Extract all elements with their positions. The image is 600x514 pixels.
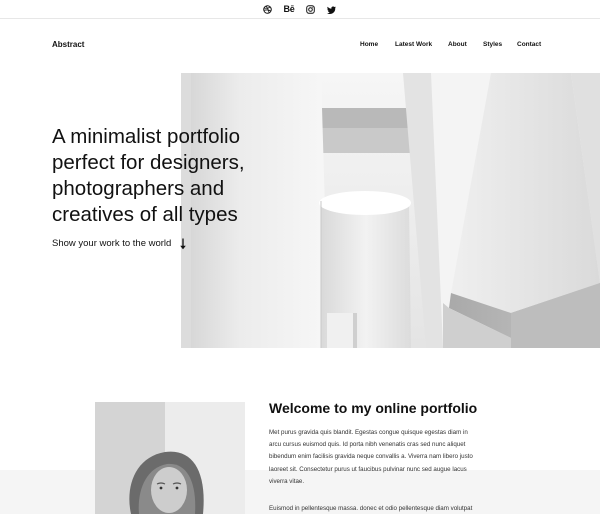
nav-styles[interactable]: Styles xyxy=(483,41,502,49)
site-logo[interactable]: Abstract xyxy=(52,40,84,50)
nav-home[interactable]: Home xyxy=(360,41,378,49)
welcome-paragraph-2: Euismod in pellentesque massa. donec et … xyxy=(269,503,519,514)
paragraph-line: bibendum enim facilisis gravida neque co… xyxy=(269,453,473,461)
paragraph-line: Euismod in pellentesque massa. donec et … xyxy=(269,505,473,512)
paragraph-line: Met purus gravida quis blandit. Egestas … xyxy=(269,429,468,436)
show-work-link[interactable]: Show your work to the world xyxy=(52,238,171,250)
nav-contact[interactable]: Contact xyxy=(517,41,541,49)
portrait-photo xyxy=(95,402,245,514)
twitter-icon[interactable] xyxy=(326,4,337,15)
dribbble-icon[interactable] xyxy=(262,4,273,15)
nav-about[interactable]: About xyxy=(448,41,467,49)
hero-title-line: A minimalist portfolio xyxy=(52,125,240,148)
paragraph-line: laoreet sit. Consectetur purus ut faucib… xyxy=(269,465,467,473)
social-bar: Bē xyxy=(0,0,600,19)
hero-title: A minimalist portfolio perfect for desig… xyxy=(52,124,312,228)
arrow-down-icon[interactable] xyxy=(179,238,187,250)
paragraph-line: arcu cursus euismod quis. Id porta nibh … xyxy=(269,441,466,449)
hero-title-line: creatives of all types xyxy=(52,203,238,226)
instagram-icon[interactable] xyxy=(305,4,316,15)
behance-icon[interactable]: Bē xyxy=(282,4,296,15)
welcome-paragraph: Met purus gravida quis blandit. Egestas … xyxy=(269,427,519,488)
nav-latest-work[interactable]: Latest Work xyxy=(395,41,432,49)
welcome-title: Welcome to my online portfolio xyxy=(269,400,478,416)
paragraph-line: viverra vitae. xyxy=(269,477,305,485)
hero-title-line: photographers and xyxy=(52,177,225,200)
hero-title-line: perfect for designers, xyxy=(52,151,245,174)
